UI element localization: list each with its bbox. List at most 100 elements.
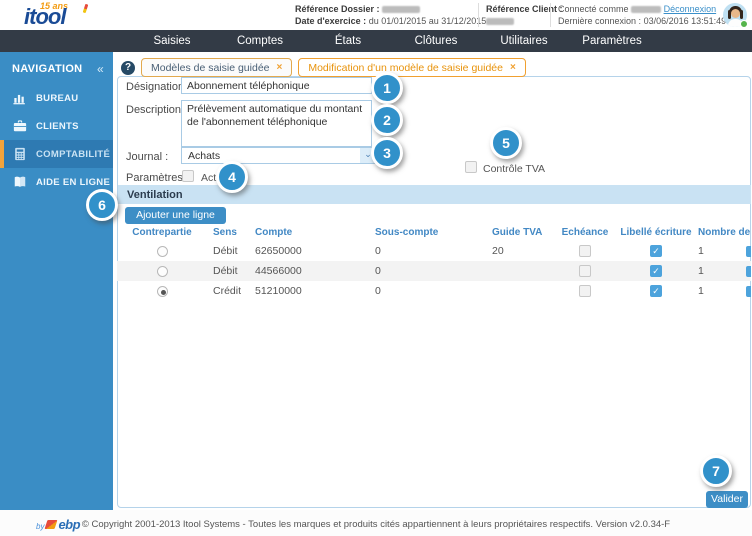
- row-action-truncated[interactable]: [746, 286, 751, 297]
- client-reference-label: Référence Client :: [486, 4, 563, 14]
- chart-icon: [13, 94, 25, 105]
- col-echeance: Echéance: [561, 227, 609, 238]
- briefcase-icon: [13, 120, 27, 132]
- callout-7: 7: [700, 455, 732, 487]
- header-divider: [550, 3, 551, 27]
- libelle-ecriture-checkbox[interactable]: ✓: [650, 245, 662, 258]
- sous-compte-value: 0: [369, 261, 486, 281]
- compte-value: 44566000: [249, 261, 369, 281]
- tab-label: Modification d'un modèle de saisie guidé…: [308, 61, 503, 74]
- contrepartie-radio[interactable]: [156, 245, 168, 257]
- valider-button[interactable]: Valider: [706, 491, 748, 508]
- col-sens: Sens: [213, 227, 237, 238]
- sidebar-item-clients[interactable]: CLIENTS: [0, 112, 113, 140]
- exercice-date-value: du 01/01/2015 au 31/12/2015: [368, 16, 487, 26]
- nombre-ligne-value: 1: [698, 245, 704, 257]
- logout-link[interactable]: Déconnexion: [664, 4, 717, 14]
- callout-4: 4: [216, 161, 248, 193]
- menu-comptes[interactable]: Comptes: [216, 35, 304, 47]
- guide-tva-value: 20: [492, 245, 504, 257]
- close-icon[interactable]: ×: [277, 62, 283, 73]
- journal-select[interactable]: Achats ⌄: [181, 147, 377, 164]
- ventilation-table: Contrepartie Sens Compte Sous-compte Gui…: [117, 224, 751, 301]
- dossier-reference-label: Référence Dossier :: [295, 4, 380, 14]
- copyright-text: © Copyright 2001-2013 Itool Systems - To…: [81, 519, 671, 530]
- col-nombre-de-ligne: Nombre de ligne: [698, 227, 751, 238]
- dossier-reference-redacted-value: [382, 6, 421, 14]
- echeance-checkbox[interactable]: [579, 245, 591, 258]
- table-header-row: Contrepartie Sens Compte Sous-compte Gui…: [117, 224, 751, 241]
- parametres-label: Paramètres :: [126, 172, 189, 184]
- description-textarea[interactable]: Prélèvement automatique du montant de l'…: [181, 100, 372, 147]
- contrepartie-radio[interactable]: [156, 265, 168, 277]
- sidebar-item-label: AIDE EN LIGNE: [36, 176, 111, 188]
- sidebar-collapse-icon[interactable]: «: [97, 62, 104, 76]
- table-row: Débit 62650000 0 20 ✓ 1: [117, 241, 751, 261]
- dossier-info: Référence Dossier : Date d'exercice : du…: [295, 3, 486, 27]
- designation-input[interactable]: [181, 77, 372, 94]
- actif-checkbox[interactable]: [182, 170, 194, 182]
- ventilation-section-header: Ventilation: [118, 185, 751, 204]
- sidebar-title: NAVIGATION: [12, 63, 83, 75]
- callout-1: 1: [371, 72, 403, 104]
- row-action-truncated[interactable]: [746, 246, 751, 257]
- calculator-icon: [15, 147, 25, 161]
- menu-parametres[interactable]: Paramètres: [568, 35, 656, 47]
- table-row: Débit 44566000 0 ✓ 1: [117, 261, 751, 281]
- sous-compte-value: 0: [375, 285, 381, 297]
- table-row: Crédit 51210000 0 ✓ 1: [117, 281, 751, 301]
- sous-compte-value: 0: [375, 245, 381, 257]
- sens-value: Débit: [213, 245, 238, 257]
- add-line-button[interactable]: Ajouter une ligne: [125, 207, 226, 224]
- last-login-value: 03/06/2016 13:51:49: [643, 16, 727, 26]
- echeance-checkbox[interactable]: [579, 265, 591, 278]
- menu-etats[interactable]: États: [304, 35, 392, 47]
- tab-label: Modèles de saisie guidée: [151, 61, 270, 74]
- sidebar-item-label: COMPTABILITÉ: [36, 148, 111, 160]
- controle-tva-checkbox[interactable]: [465, 161, 477, 173]
- nombre-ligne-value: 1: [692, 261, 751, 281]
- nombre-ligne-value: 1: [698, 285, 704, 297]
- close-icon[interactable]: ×: [510, 62, 516, 73]
- row-action-truncated[interactable]: [746, 266, 751, 277]
- sidebar-item-comptabilite[interactable]: COMPTABILITÉ: [0, 140, 113, 168]
- callout-2: 2: [371, 104, 403, 136]
- support-avatar[interactable]: [723, 3, 748, 28]
- menu-utilitaires[interactable]: Utilitaires: [480, 35, 568, 47]
- menu-clotures[interactable]: Clôtures: [392, 35, 480, 47]
- guide-tva-value: [486, 281, 550, 301]
- contrepartie-radio[interactable]: [156, 285, 168, 297]
- col-libelle-ecriture: Libellé écriture: [620, 227, 692, 238]
- journal-selected-value: Achats: [188, 150, 221, 162]
- libelle-ecriture-checkbox[interactable]: ✓: [650, 265, 662, 278]
- itool-logo[interactable]: 15 ans itool: [24, 0, 100, 30]
- navigation-sidebar: NAVIGATION « BUREAU CLIENTS COMPTABILITÉ…: [0, 52, 113, 510]
- connected-as-label: Connecté comme: [558, 4, 629, 14]
- username-redacted-value: [631, 6, 662, 14]
- client-info: Référence Client :: [486, 3, 563, 27]
- controle-tva-label: Contrôle TVA: [483, 163, 546, 175]
- guide-tva-value: [486, 261, 550, 281]
- online-status-dot: [740, 20, 748, 28]
- echeance-checkbox[interactable]: [579, 285, 591, 298]
- tab-modeles-saisie-guidee[interactable]: Modèles de saisie guidée ×: [141, 58, 293, 77]
- header-divider: [478, 3, 479, 27]
- col-contrepartie: Contrepartie: [132, 227, 192, 238]
- col-compte: Compte: [255, 227, 293, 238]
- callout-5: 5: [490, 127, 522, 159]
- session-info: Connecté comme Déconnexion Dernière conn…: [558, 3, 726, 27]
- top-header: 15 ans itool Référence Dossier : Date d'…: [0, 0, 752, 30]
- sidebar-item-label: CLIENTS: [36, 120, 79, 132]
- logo-accent-mark: [82, 3, 89, 14]
- menu-saisies[interactable]: Saisies: [128, 35, 216, 47]
- compte-value: 51210000: [255, 285, 302, 297]
- sens-value: Débit: [207, 261, 249, 281]
- app-window: 15 ans itool Référence Dossier : Date d'…: [0, 0, 752, 536]
- sidebar-item-bureau[interactable]: BUREAU: [0, 84, 113, 112]
- help-icon[interactable]: ?: [121, 60, 135, 75]
- libelle-ecriture-checkbox[interactable]: ✓: [650, 285, 662, 298]
- sens-value: Crédit: [213, 285, 242, 297]
- callout-6: 6: [86, 189, 118, 221]
- tab-modification-modele[interactable]: Modification d'un modèle de saisie guidé…: [298, 58, 526, 77]
- last-login-label: Dernière connexion :: [558, 16, 642, 26]
